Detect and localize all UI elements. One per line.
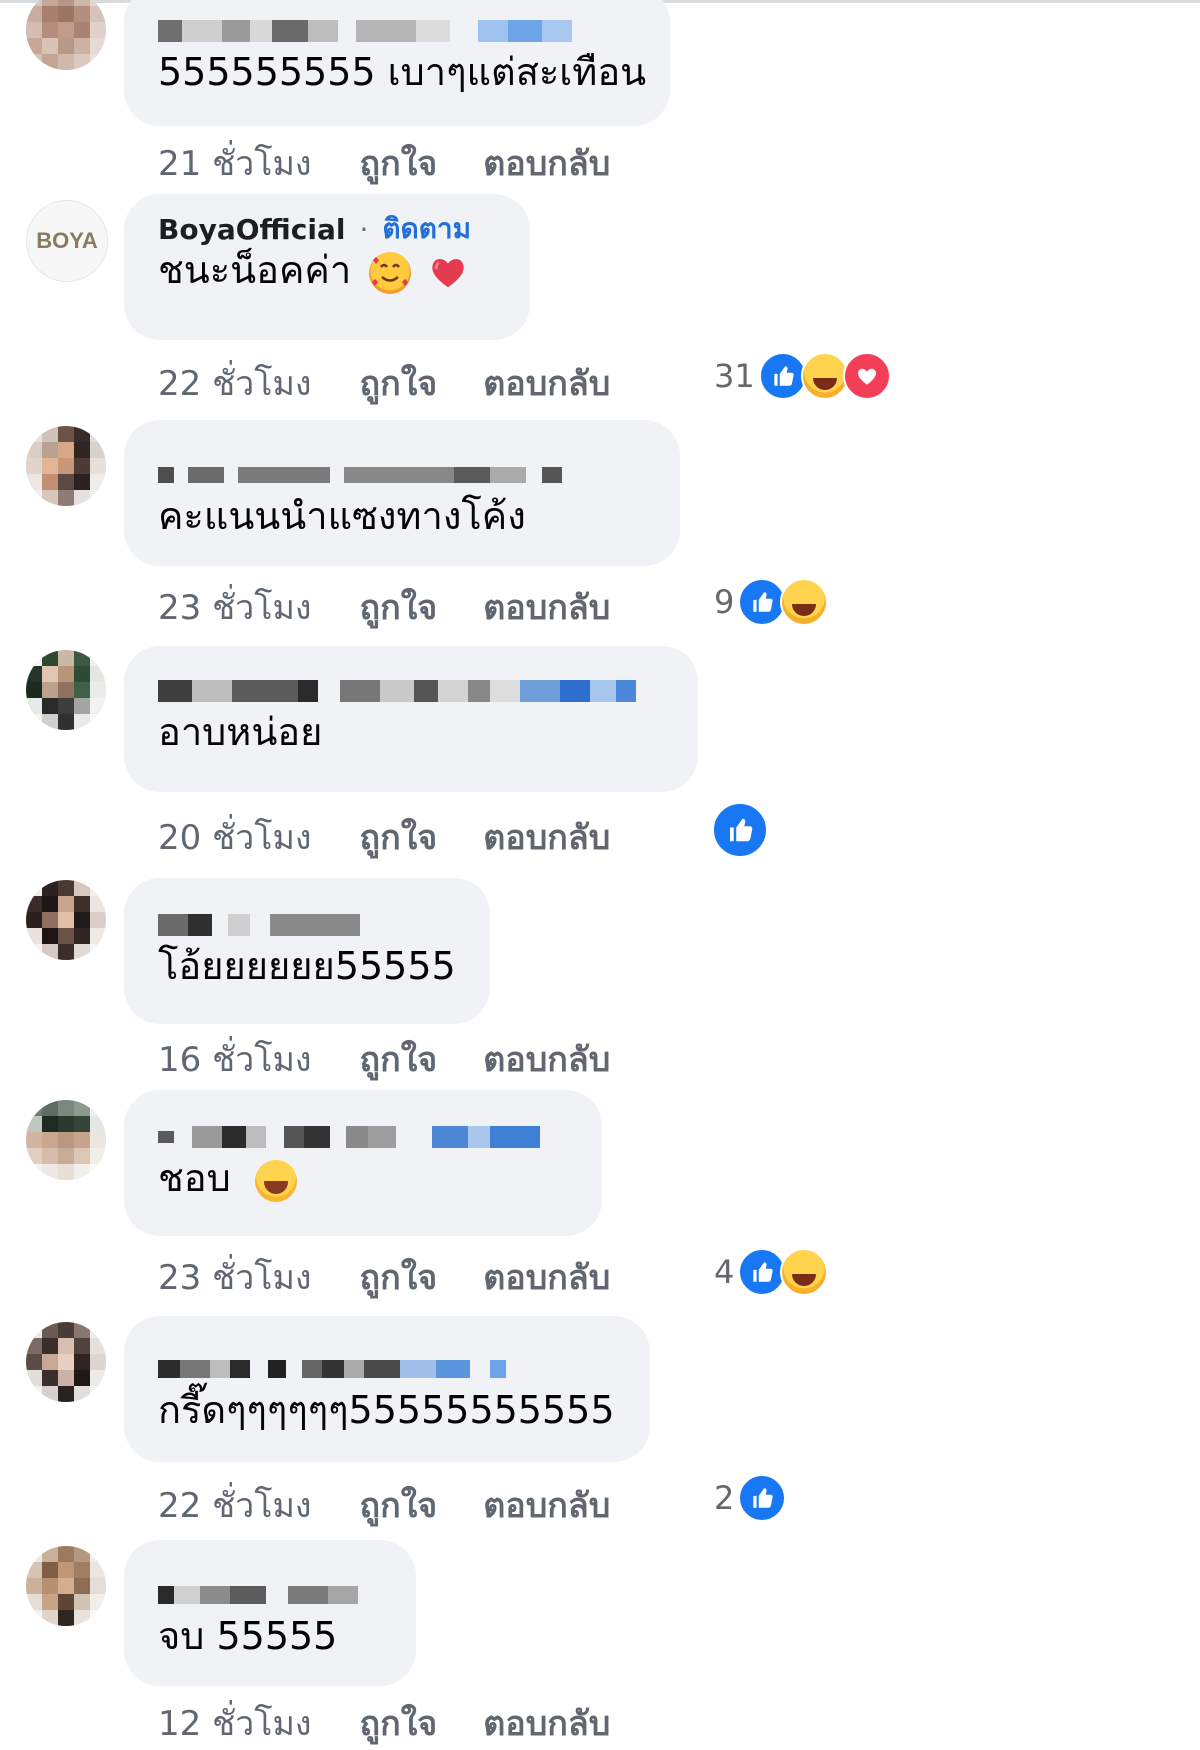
comment-time[interactable]: 22 ชั่วโมง	[158, 1478, 312, 1532]
comment-text: คะแนนนำแซงทางโค้ง	[158, 494, 526, 538]
comment-bubble: โอ้ยยยยยย55555	[124, 878, 490, 1024]
author-name[interactable]	[158, 460, 650, 490]
reply-button[interactable]: ตอบกลับ	[483, 1032, 610, 1086]
comment-bubble: ชอบ	[124, 1090, 602, 1236]
comment-bubble: กรี๊ดๆๆๆๆๆๆ55555555555	[124, 1316, 650, 1462]
comment-actions: 22 ชั่วโมง ถูกใจ ตอบกลับ	[158, 1478, 610, 1532]
like-button[interactable]: ถูกใจ	[360, 810, 438, 864]
author-name[interactable]	[158, 1122, 572, 1152]
comment-text: 555555555 เบาๆแต่สะเทือน	[158, 50, 647, 94]
comment-actions: 21 ชั่วโมง ถูกใจ ตอบกลับ	[158, 136, 610, 190]
smiling-face-with-hearts-icon	[369, 251, 412, 294]
comment-text-row: ชนะน็อคค่า	[158, 244, 500, 296]
like-button[interactable]: ถูกใจ	[360, 1032, 438, 1086]
author-name-redacted	[158, 1586, 358, 1604]
avatar[interactable]	[26, 426, 106, 506]
comment-actions: 23 ชั่วโมง ถูกใจ ตอบกลับ	[158, 1250, 610, 1304]
avatar[interactable]	[26, 650, 106, 730]
comment-time[interactable]: 23 ชั่วโมง	[158, 580, 312, 634]
comment-bubble: คะแนนนำแซงทางโค้ง	[124, 420, 680, 566]
haha-reaction-icon	[800, 352, 849, 400]
author-name-redacted	[158, 467, 562, 483]
comment-time[interactable]: 20 ชั่วโมง	[158, 810, 312, 864]
reply-button[interactable]: ตอบกลับ	[483, 580, 610, 634]
comment-time[interactable]: 23 ชั่วโมง	[158, 1250, 312, 1304]
comment-time[interactable]: 22 ชั่วโมง	[158, 356, 312, 410]
like-reaction-icon	[758, 352, 807, 400]
avatar[interactable]	[26, 1546, 106, 1626]
love-reaction-icon	[842, 352, 891, 400]
haha-reaction-icon	[780, 1248, 829, 1296]
comment-actions: 12 ชั่วโมง ถูกใจ ตอบกลับ	[158, 1696, 610, 1750]
laughing-emoji-icon	[254, 1159, 297, 1202]
comment-bubble: จบ 55555	[124, 1540, 416, 1686]
like-button[interactable]: ถูกใจ	[360, 580, 438, 634]
comment-text: ชอบ	[158, 1156, 231, 1200]
reaction-summary[interactable]	[708, 802, 768, 858]
avatar[interactable]	[26, 0, 106, 70]
comment-text: กรี๊ดๆๆๆๆๆๆ55555555555	[158, 1388, 615, 1432]
reaction-count: 9	[714, 583, 735, 621]
like-button[interactable]: ถูกใจ	[360, 136, 438, 190]
reply-button[interactable]: ตอบกลับ	[483, 1696, 610, 1750]
reply-button[interactable]: ตอบกลับ	[483, 136, 610, 190]
comment-text-row: ชอบ	[158, 1152, 572, 1204]
like-reaction-icon	[738, 578, 787, 626]
avatar[interactable]: BOYA	[26, 200, 108, 282]
reply-button[interactable]: ตอบกลับ	[483, 1250, 610, 1304]
comment-text: อาบหน่อย	[158, 710, 323, 754]
author-name[interactable]	[158, 910, 460, 940]
comment-text: ชนะน็อคค่า	[158, 248, 352, 292]
comment-actions: 23 ชั่วโมง ถูกใจ ตอบกลับ	[158, 580, 610, 634]
reaction-summary[interactable]: 31	[714, 352, 891, 400]
avatar-logo-text: BOYA	[36, 228, 98, 253]
comment-text: โอ้ยยยยยย55555	[158, 944, 456, 988]
reply-button[interactable]: ตอบกลับ	[483, 810, 610, 864]
like-button[interactable]: ถูกใจ	[360, 1696, 438, 1750]
heart-icon	[432, 258, 465, 287]
reaction-summary[interactable]: 4	[714, 1248, 829, 1296]
author-name-redacted	[158, 1360, 506, 1378]
comment-time[interactable]: 16 ชั่วโมง	[158, 1032, 312, 1086]
separator-dot: ·	[359, 212, 369, 246]
reply-button[interactable]: ตอบกลับ	[483, 1478, 610, 1532]
comment-actions: 16 ชั่วโมง ถูกใจ ตอบกลับ	[158, 1032, 610, 1086]
comment-bubble: BoyaOfficial · ติดตาม ชนะน็อคค่า	[124, 194, 530, 340]
author-name[interactable]	[158, 676, 668, 706]
comment-bubble: 555555555 เบาๆแต่สะเทือน	[124, 0, 670, 126]
reaction-count: 31	[714, 357, 755, 395]
reaction-count: 4	[714, 1253, 735, 1291]
author-name[interactable]: BoyaOfficial	[158, 213, 345, 246]
reaction-count: 2	[714, 1479, 735, 1517]
haha-reaction-icon	[780, 578, 829, 626]
author-name[interactable]	[158, 16, 640, 46]
comment-actions: 20 ชั่วโมง ถูกใจ ตอบกลับ	[158, 810, 610, 864]
avatar[interactable]	[26, 1100, 106, 1180]
comment-actions: 22 ชั่วโมง ถูกใจ ตอบกลับ	[158, 356, 610, 410]
comment-text: จบ 55555	[158, 1614, 338, 1658]
like-reaction-icon	[738, 1248, 787, 1296]
like-button[interactable]: ถูกใจ	[360, 1478, 438, 1532]
like-reaction-icon	[738, 1474, 787, 1522]
author-name-redacted	[158, 680, 636, 702]
author-row: BoyaOfficial · ติดตาม	[158, 212, 500, 246]
like-button[interactable]: ถูกใจ	[360, 1250, 438, 1304]
author-name-redacted	[158, 914, 360, 936]
avatar[interactable]	[26, 880, 106, 960]
author-name[interactable]	[158, 1354, 620, 1384]
like-button[interactable]: ถูกใจ	[360, 356, 438, 410]
reaction-summary[interactable]: 2	[714, 1474, 787, 1522]
comment-time[interactable]: 21 ชั่วโมง	[158, 136, 312, 190]
comment-time[interactable]: 12 ชั่วโมง	[158, 1696, 312, 1750]
comment-list: 555555555 เบาๆแต่สะเทือน 21 ชั่วโมง ถูกใ…	[0, 0, 1200, 1744]
author-name-redacted	[158, 20, 572, 42]
author-name-redacted	[158, 1126, 540, 1148]
author-name[interactable]	[158, 1580, 386, 1610]
avatar[interactable]	[26, 1322, 106, 1402]
comment-bubble: อาบหน่อย	[124, 646, 698, 792]
reaction-summary[interactable]: 9	[714, 578, 829, 626]
like-reaction-icon	[712, 802, 768, 858]
reply-button[interactable]: ตอบกลับ	[483, 356, 610, 410]
